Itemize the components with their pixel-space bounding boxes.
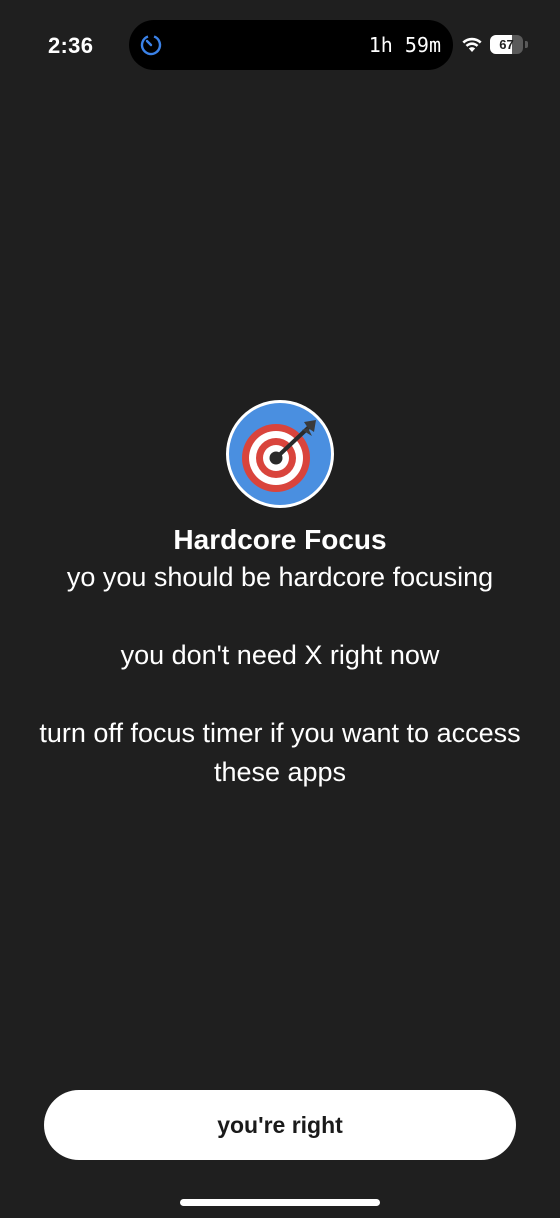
home-indicator[interactable] xyxy=(180,1199,380,1206)
focus-countdown: 1h 59m xyxy=(368,33,441,57)
target-dart-icon xyxy=(226,400,334,508)
app-title: Hardcore Focus xyxy=(173,524,387,555)
message-line-2: you don't need X right now xyxy=(120,640,440,670)
message-line-3: turn off focus timer if you want to acce… xyxy=(39,718,521,787)
timer-icon xyxy=(140,34,162,56)
battery-indicator: 67 xyxy=(490,35,530,55)
confirm-button[interactable]: you're right xyxy=(44,1090,516,1160)
battery-cap xyxy=(525,41,528,48)
status-time: 2:36 xyxy=(48,33,94,58)
dynamic-island[interactable]: 1h 59m xyxy=(129,20,453,70)
wifi-icon xyxy=(462,37,482,52)
message-line-1: yo you should be hardcore focusing xyxy=(66,562,494,592)
battery-level: 67 xyxy=(499,37,514,52)
battery-body: 67 xyxy=(490,35,523,54)
